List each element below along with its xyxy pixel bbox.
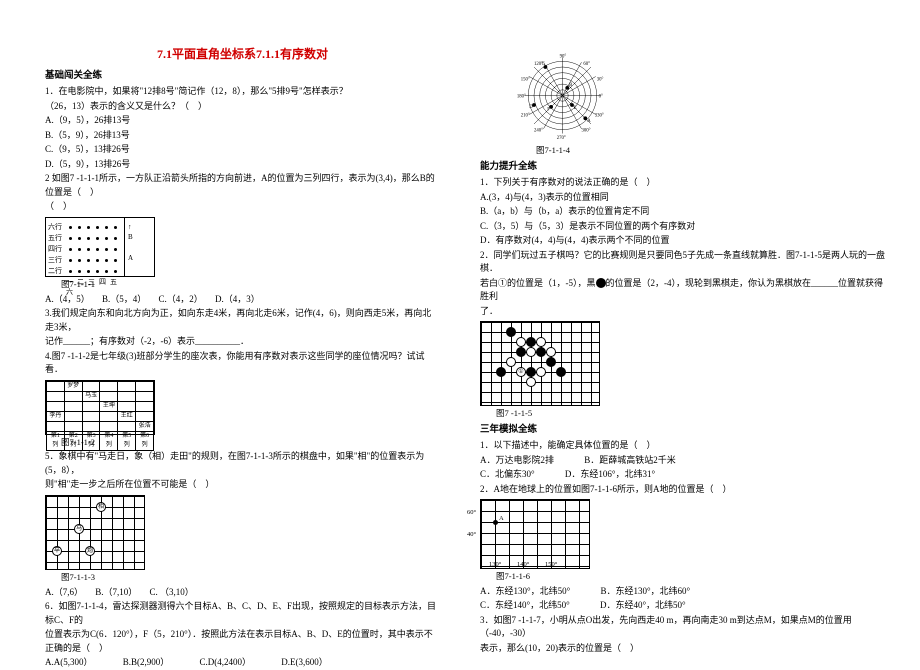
svg-text:C: C [542, 62, 545, 67]
svg-text:270°: 270° [557, 136, 566, 141]
m2-text: 2．A地在地球上的位置如图7-1-1-6所示，则A地的位置是（ ） [480, 483, 885, 497]
piece-pao: 炮 [85, 546, 95, 556]
q1-opt-d: D.（5，9），13排26号 [45, 158, 440, 172]
fig3-label: 图7-1-1-3 [61, 571, 440, 584]
m2-row1: A．东经130°，北纬50° B．东经130°，北纬60° [480, 585, 885, 599]
q2-text: 2 如图7 -1-1-1所示，一方队正沿箭头所指的方向前进，A的位置为三列四行，… [45, 172, 440, 199]
p1-c: C.（3，5）与（5，3）是表示不同位置的两个有序数对 [480, 220, 885, 234]
p2-line1: 2．同学们玩过五子棋吗？它的比赛规则是只要同色5子先成一条直线就算胜．图7-1-… [480, 249, 885, 276]
figure-7-1-1-1: 六行 五行 四行 三行 二行 一二三四五六 ↑BA [45, 217, 155, 277]
m1-row2: C．北偏东30° D．东经106°，北纬31° [480, 468, 885, 482]
black-stone-icon [596, 278, 606, 288]
q4-text: 4.图7 -1-1-2是七年级(3)班部分学生的座次表，你能用有序数对表示这些同… [45, 350, 440, 377]
svg-text:D: D [529, 105, 533, 110]
m3-line1: 3．如图7 -1-1-7，小明从点O出发，先向西走40 m，再向南走30 m到达… [480, 614, 885, 641]
m3-line2: 表示，那么(10，20)表示的位置是（ ） [480, 642, 885, 656]
q6-line2: 位置表示为C(6．120°），F（5，210°）．按照此方法在表示目标A、B、D… [45, 628, 440, 655]
svg-text:330°: 330° [595, 113, 604, 118]
q1-opt-b: B.（5，9），26排13号 [45, 129, 440, 143]
q1-opt-a: A.（9，5），26排13号 [45, 114, 440, 128]
left-column: 7.1平面直角坐标系7.1.1有序数对 基础闯关全练 1．在电影院中，如果将"1… [0, 0, 460, 650]
fig6-label: 图7-1-1-6 [496, 570, 885, 583]
fig5-label: 图7 -1-1-5 [496, 407, 885, 420]
arrow-panel: ↑BA [124, 218, 136, 276]
piece-zu: 卒 [52, 546, 62, 556]
section-basic: 基础闯关全练 [45, 69, 440, 83]
piece-xiang: 相 [96, 502, 106, 512]
p1-text: 1．下列关于有序数对的说法正确的是（ ） [480, 176, 885, 190]
svg-text:300°: 300° [582, 129, 591, 134]
p1-b: B.（a，b）与（b，a）表示的位置肯定不同 [480, 205, 885, 219]
svg-text:F: F [547, 108, 550, 113]
m1-text: 1．以下描述中，能确定具体位置的是（ ） [480, 439, 885, 453]
svg-text:210°: 210° [521, 113, 530, 118]
p1-d: D．有序数对(4，4)与(4，4)表示两个不同的位置 [480, 234, 885, 248]
svg-text:240°: 240° [534, 129, 543, 134]
q5-line2: 则"相"走一步之后所在位置不可能是（ ） [45, 478, 440, 492]
q3-line1: 3.我们规定向东和向北方向为正，如向东走4米，再向北走6米，记作(4，6)，则向… [45, 307, 440, 334]
q5-options: A.（7,6） B.（7,10） C. （3,10） [45, 586, 440, 600]
m2-row2: C．东经140°，北纬50° D．东经40°，北纬50° [480, 599, 885, 613]
figure-7-1-1-2: 罗梦 马玉 王坤 李丹王红 张浩 第1列第2列第3列第4列第5列第6列 [45, 380, 155, 435]
q5-line1: 5．象棋中有"马走日，象（相）走田"的规则，在图7-1-1-3所示的棋盘中，如果… [45, 450, 440, 477]
svg-text:0°: 0° [599, 94, 603, 99]
svg-text:30°: 30° [597, 77, 604, 82]
m1-row1: A．万达电影院2排 B．距薛城高铁站2千米 [480, 454, 885, 468]
p2-line2: 若白①的位置是（1，-5），黑的位置是（2，-4），现轮到黑棋走，你认为黑棋放在… [480, 277, 885, 304]
figure-7-1-1-4: 0°30°60° 90°120°150° 180°210°240° 270°30… [510, 48, 615, 143]
svg-text:90°: 90° [560, 55, 567, 60]
right-column: 0°30°60° 90°120°150° 180°210°240° 270°30… [460, 0, 920, 650]
q2-paren: （ ） [45, 200, 440, 214]
svg-text:A: A [587, 119, 591, 124]
q6-options: A.A(5,300） B.B(2,900） C.D(4,2400） D.E(3,… [45, 656, 440, 670]
fig4-label: 图7-1-1-4 [536, 144, 885, 157]
svg-text:180°: 180° [517, 94, 526, 99]
q1-line1: 1．在电影院中，如果将"12排8号"简记作（12，8），那么"5排9号"怎样表示… [45, 85, 440, 99]
svg-text:E: E [574, 106, 577, 111]
q3-line2: 记作______；有序数对（-2，-6）表示__________． [45, 335, 440, 349]
figure-7-1-1-5: ① [480, 321, 600, 406]
page-title: 7.1平面直角坐标系7.1.1有序数对 [45, 45, 440, 63]
piece-ma: 马 [74, 524, 84, 534]
svg-text:60°: 60° [583, 62, 590, 67]
section-mock: 三年模拟全练 [480, 423, 885, 437]
q1-opt-c: C.（9，5），13排26号 [45, 143, 440, 157]
section-ability: 能力提升全练 [480, 160, 885, 174]
p1-a: A.(3，4)与(4，3)表示的位置相同 [480, 191, 885, 205]
figure-7-1-1-6: 60° 40° 130° 140° 150° A [480, 499, 590, 569]
p2-line3: 了． [480, 305, 885, 319]
q1-line2: （26，13）表示的含义又是什么？（ ） [45, 100, 440, 114]
q6-line1: 6．如图7-1-1-4，雷达探测器测得六个目标A、B、C、D、E、F出现，按照规… [45, 600, 440, 627]
svg-text:150°: 150° [521, 77, 530, 82]
figure-7-1-1-3: 相 马 卒 炮 [45, 495, 145, 570]
svg-text:B: B [569, 83, 572, 88]
